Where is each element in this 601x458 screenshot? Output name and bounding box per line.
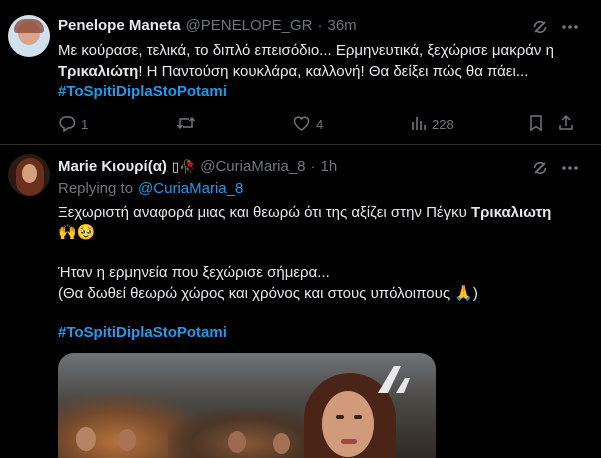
divider <box>0 144 601 145</box>
author-handle[interactable]: @PENELOPE_GR <box>186 17 313 34</box>
views-icon <box>411 114 427 135</box>
tweet-time[interactable]: 36m <box>327 17 356 34</box>
retweet-icon <box>176 114 196 135</box>
tweet-time[interactable]: 1h <box>321 158 338 175</box>
reply-icon <box>58 114 76 135</box>
bold-word: Τρικαλιωτη <box>470 204 552 221</box>
hashtag-link[interactable]: #ToSpitiDiplaStoPotami <box>58 82 227 102</box>
like-icon <box>292 114 311 135</box>
author-name[interactable]: Marie Κιουρί(α) <box>58 158 167 175</box>
more-icon[interactable] <box>561 165 579 171</box>
avatar[interactable] <box>8 154 50 196</box>
dot-separator: · <box>317 17 323 34</box>
name-emoji: ▯🥀 <box>171 159 196 174</box>
like-button[interactable]: 4 <box>292 114 323 135</box>
dot-separator: · <box>310 158 316 175</box>
bookmark-icon[interactable] <box>528 114 544 132</box>
grok-icon[interactable] <box>531 159 549 177</box>
tweet-text-line: (Θα δωθεί θεωρώ χώρος και χρόνος και στο… <box>58 285 478 302</box>
views-button[interactable]: 228 <box>411 114 454 135</box>
tweet-text-line: Ξεχωριστή αναφορά μιας και θεωρώ ότι της… <box>58 204 467 221</box>
author-handle[interactable]: @CuriaMaria_8 <box>200 158 305 175</box>
bold-word: Τρικαλιώτη <box>58 63 139 80</box>
tweet-media-image[interactable] <box>58 353 436 458</box>
retweet-button[interactable] <box>176 114 196 135</box>
channel-logo-icon <box>374 363 418 402</box>
tweet-text-line: Ήταν η ερμηνεία που ξεχώρισε σήμερα... <box>58 264 330 281</box>
share-icon[interactable] <box>557 113 575 132</box>
reply-count: 1 <box>81 117 89 132</box>
hashtag-link[interactable]: #ToSpitiDiplaStoPotami <box>58 323 227 343</box>
avatar[interactable] <box>8 15 50 57</box>
tweet-text-line: ! Η Παντούση κουκλάρα, καλλονή! Θα δείξε… <box>138 63 529 80</box>
tweet-text-line: Με κούρασε, τελικά, το διπλό επεισόδιο..… <box>58 42 554 59</box>
views-count: 228 <box>432 117 454 132</box>
tweet-emoji-line: 🙌🥹 <box>58 224 96 241</box>
more-icon[interactable] <box>561 24 579 30</box>
reply-button[interactable]: 1 <box>58 114 88 135</box>
grok-icon[interactable] <box>531 18 549 36</box>
like-count: 4 <box>316 117 324 132</box>
replying-to-handle[interactable]: @CuriaMaria_8 <box>138 180 243 197</box>
author-name[interactable]: Penelope Maneta <box>58 17 181 34</box>
replying-to-label: Replying to <box>58 180 134 197</box>
